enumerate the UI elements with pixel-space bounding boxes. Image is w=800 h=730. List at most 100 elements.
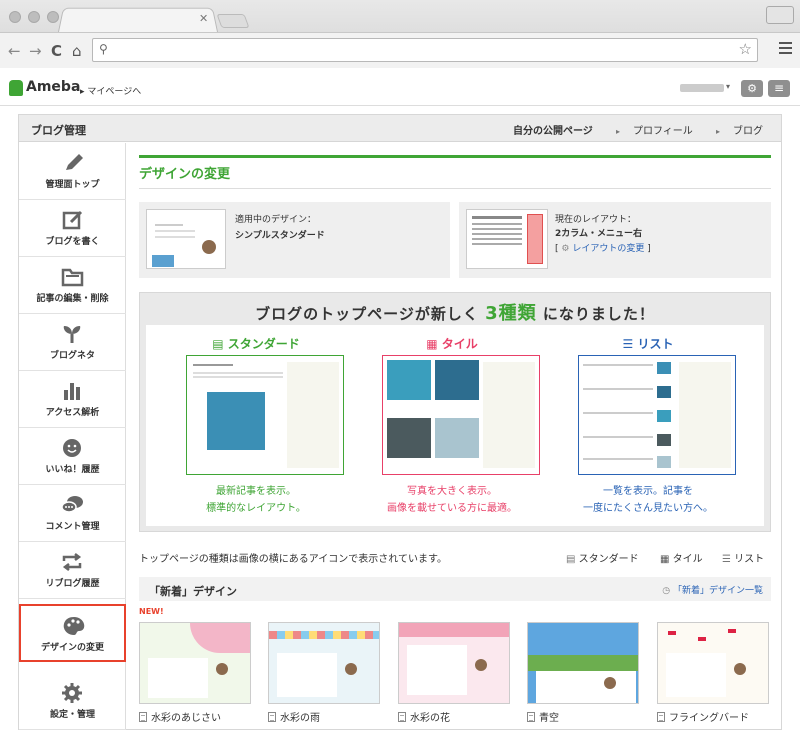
bookmark-star-icon[interactable]: ☆ xyxy=(739,40,752,58)
design-thumb-hydrangea[interactable] xyxy=(139,622,251,704)
divider xyxy=(139,188,771,189)
write-icon xyxy=(62,210,83,230)
sidebar-item-label: コメント管理 xyxy=(45,522,100,532)
sprout-icon xyxy=(63,326,81,343)
sidebar-item-settings[interactable]: 設定・管理 xyxy=(19,673,126,730)
section-heading: デザインの変更 xyxy=(139,167,231,182)
sidebar-item-reblog-history[interactable]: リブログ履歴 xyxy=(19,542,126,599)
top-links: 自分の公開ページ ▸ プロフィール ▸ ブログ xyxy=(503,122,763,137)
tile-icon: ▦ xyxy=(660,554,670,565)
sidebar-item-like-history[interactable]: いいね！履歴 xyxy=(19,428,126,485)
new-badge: NEW! xyxy=(139,607,164,616)
new-layout-banner: ブログのトップページが新しく 3種類 になりました！ ▤ スタンダード 最新記事… xyxy=(139,292,771,532)
sidebar-item-admin-top[interactable]: 管理面トップ xyxy=(19,143,126,200)
current-design-thumbnail[interactable] xyxy=(146,209,226,269)
ameba-logo[interactable]: Ameba xyxy=(26,79,80,95)
new-designs-list-link[interactable]: ◷ 「新着」デザイン一覧 xyxy=(662,583,763,596)
zoom-window-dot[interactable] xyxy=(47,11,59,23)
settings-gear-button[interactable]: ⚙ xyxy=(741,80,763,97)
tile-description: 写真を大きく表示。 画像を載せている方に最適。 xyxy=(387,486,517,514)
blog-link[interactable]: ▸ ブログ xyxy=(706,126,763,137)
ameba-logo-icon[interactable] xyxy=(9,80,23,96)
list-preview-image xyxy=(578,355,736,475)
browser-menu-icon[interactable] xyxy=(779,42,792,57)
forward-button[interactable]: → xyxy=(29,42,42,60)
design-name[interactable]: フライングバード xyxy=(657,709,749,724)
smile-icon xyxy=(63,439,81,457)
layout-change-link[interactable]: [ ⚙ レイアウトの変更 ] xyxy=(555,241,651,254)
sidebar-item-edit-articles[interactable]: 記事の編集・削除 xyxy=(19,257,126,314)
browser-tab[interactable] xyxy=(58,7,218,32)
sidebar-item-blog-neta[interactable]: ブログネタ xyxy=(19,314,126,371)
gear-icon: ⚙ xyxy=(561,244,570,254)
layout-thumbnail[interactable] xyxy=(466,209,548,269)
sidebar-item-access-analysis[interactable]: アクセス解析 xyxy=(19,371,126,428)
new-tab-button[interactable] xyxy=(216,14,250,28)
browser-toolbar: ← → C ⌂ ⚲ ☆ xyxy=(0,32,800,68)
reblog-icon xyxy=(62,553,82,571)
mypage-link[interactable]: ▸ マイページへ xyxy=(80,84,141,97)
standard-description: 最新記事を表示。 標準的なレイアウト。 xyxy=(206,486,306,514)
design-thumb-rain[interactable] xyxy=(268,622,380,704)
standard-icon xyxy=(657,712,665,722)
sidebar: 管理面トップ ブログを書く 記事の編集・削除 ブログネタ アクセス解析 いいね！… xyxy=(19,143,126,730)
user-name-blurred[interactable] xyxy=(680,84,724,92)
sidebar-item-label: 設定・管理 xyxy=(49,710,95,720)
design-thumb-flower[interactable] xyxy=(398,622,510,704)
blog-admin-panel: ブログ管理 自分の公開ページ ▸ プロフィール ▸ ブログ 管理面トップ ブログを書… xyxy=(18,114,782,730)
folder-icon xyxy=(61,268,84,287)
current-design-card: 適用中のデザイン： シンプルスタンダード xyxy=(139,202,450,278)
tab-close-icon[interactable]: ✕ xyxy=(199,12,208,25)
design-thumb-flying-bird[interactable] xyxy=(657,622,769,704)
sidebar-item-comments[interactable]: コメント管理 xyxy=(19,485,126,542)
page-title: ブログ管理 xyxy=(31,124,86,137)
chevron-down-icon[interactable]: ▾ xyxy=(726,82,730,91)
tile-column: ▦ タイル 写真を大きく表示。 画像を載せている方に最適。 xyxy=(352,325,552,526)
sidebar-item-label: デザインの変更 xyxy=(40,643,104,653)
new-designs-header: 「新着」デザイン ◷ 「新着」デザイン一覧 xyxy=(139,577,771,601)
sidebar-item-label: 記事の編集・削除 xyxy=(36,294,109,304)
standard-icon xyxy=(527,712,535,722)
profile-link[interactable]: ▸ プロフィール xyxy=(606,126,693,137)
new-designs-title: 「新着」デザイン xyxy=(149,585,237,598)
list-column: ☰ リスト 一覧を表示。記事を 一度にたくさん見たい方へ。 xyxy=(548,325,748,526)
back-button[interactable]: ← xyxy=(8,42,21,60)
list-icon: ☰ xyxy=(722,554,731,565)
public-page-link[interactable]: 自分の公開ページ xyxy=(513,126,593,137)
design-thumb-blue-sky[interactable] xyxy=(527,622,639,704)
sidebar-item-label: いいね！履歴 xyxy=(45,465,100,475)
design-name[interactable]: 水彩の花 xyxy=(398,709,450,724)
current-layout-value: 2カラム・メニュー右 xyxy=(555,229,642,239)
layout-icon-note: トップページの種類は画像の横にあるアイコンで表示されています。 xyxy=(139,554,447,565)
search-icon: ⚲ xyxy=(99,42,108,56)
window-user-button[interactable] xyxy=(766,6,794,24)
home-button[interactable]: ⌂ xyxy=(72,42,82,60)
sidebar-item-label: リブログ履歴 xyxy=(45,579,100,589)
standard-heading: ▤ スタンダード xyxy=(212,337,300,351)
design-name[interactable]: 青空 xyxy=(527,709,559,724)
sidebar-item-design-change[interactable]: デザインの変更 xyxy=(19,604,126,662)
heading-accent-line xyxy=(139,155,771,158)
reload-button[interactable]: C xyxy=(51,42,62,60)
palette-icon xyxy=(63,617,85,635)
current-design-label: 適用中のデザイン： xyxy=(235,215,317,225)
pencil-icon xyxy=(66,154,83,170)
address-bar[interactable]: ⚲ ☆ xyxy=(92,38,758,62)
list-heading: ☰ リスト xyxy=(622,337,674,351)
minimize-window-dot[interactable] xyxy=(28,11,40,23)
standard-icon xyxy=(268,712,276,722)
standard-icon: ▤ xyxy=(566,554,576,565)
design-name[interactable]: 水彩の雨 xyxy=(268,709,320,724)
legend-tile: ▦ タイル xyxy=(660,554,703,565)
tile-preview-image xyxy=(382,355,540,475)
gear-icon xyxy=(62,683,82,703)
menu-button[interactable]: ≡ xyxy=(768,80,790,97)
current-layout-card: 現在のレイアウト： 2カラム・メニュー右 [ ⚙ レイアウトの変更 ] xyxy=(459,202,771,278)
main-content: デザインの変更 適用中のデザイン： シンプルスタンダード 現在のレイアウト： 2… xyxy=(139,155,771,730)
current-design-value: シンプルスタンダード xyxy=(235,231,325,241)
sidebar-item-write[interactable]: ブログを書く xyxy=(19,200,126,257)
close-window-dot[interactable] xyxy=(9,11,21,23)
banner-title: ブログのトップページが新しく 3種類 になりました！ xyxy=(255,303,655,324)
design-name[interactable]: 水彩のあじさい xyxy=(139,709,221,724)
sidebar-item-label: ブログネタ xyxy=(49,351,95,361)
